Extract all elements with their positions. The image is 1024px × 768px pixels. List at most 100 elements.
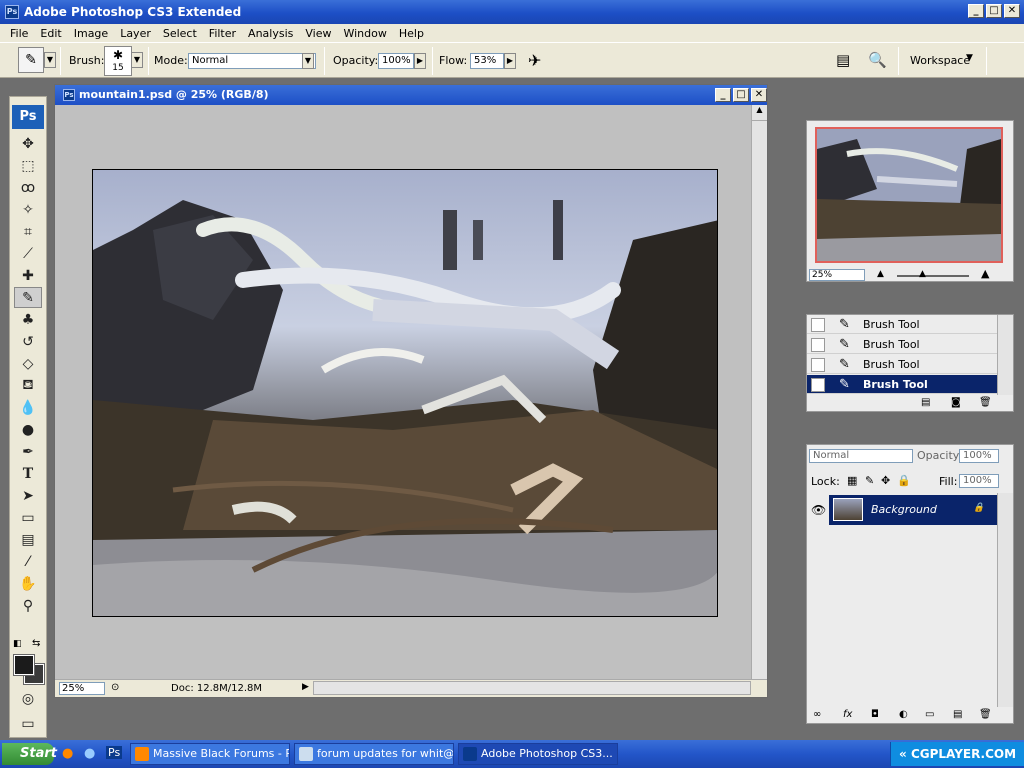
- history-snapshot-checkbox[interactable]: [811, 358, 825, 372]
- history-item-selected[interactable]: ✎ Brush Tool: [807, 375, 997, 394]
- photoshop-quicklaunch-icon[interactable]: Ps: [106, 746, 123, 759]
- quick-mask-icon[interactable]: ◎: [14, 688, 42, 709]
- healing-brush-tool-icon[interactable]: ✚: [14, 265, 42, 286]
- doc-minimize-button[interactable]: _: [715, 88, 731, 102]
- flow-slider-button[interactable]: ▶: [504, 53, 516, 69]
- menu-layer[interactable]: Layer: [114, 27, 157, 40]
- menu-help[interactable]: Help: [393, 27, 430, 40]
- bridge-icon[interactable]: 🔍: [868, 51, 887, 69]
- history-snapshot-checkbox[interactable]: [811, 378, 825, 392]
- screen-mode-icon[interactable]: ▭: [14, 713, 42, 734]
- workspace-dropdown-icon[interactable]: ▼: [966, 53, 973, 63]
- taskbar-item-photoshop[interactable]: Adobe Photoshop CS3...: [458, 743, 618, 765]
- zoom-slider[interactable]: [897, 275, 969, 277]
- type-tool-icon[interactable]: T: [14, 463, 42, 484]
- airbrush-icon[interactable]: ✈: [528, 51, 541, 70]
- opacity-slider-button[interactable]: ▶: [414, 53, 426, 69]
- magic-wand-tool-icon[interactable]: ✧: [14, 199, 42, 220]
- move-tool-icon[interactable]: ✥: [14, 133, 42, 154]
- history-item[interactable]: ✎ Brush Tool: [807, 335, 997, 354]
- scroll-up-arrow[interactable]: ▲: [752, 105, 767, 121]
- new-group-icon[interactable]: ▭: [925, 709, 934, 720]
- marquee-tool-icon[interactable]: ⬚: [14, 155, 42, 176]
- eyedropper-tool-icon[interactable]: ⁄: [14, 551, 42, 572]
- mode-dropdown-icon[interactable]: ▼: [302, 53, 314, 69]
- dodge-tool-icon[interactable]: ●: [14, 419, 42, 440]
- fill-input[interactable]: 100%: [959, 474, 999, 488]
- taskbar-item-firefox[interactable]: Massive Black Forums - P...: [130, 743, 290, 765]
- zoom-slider-thumb[interactable]: ▲: [919, 269, 926, 279]
- zoom-tool-icon[interactable]: ⚲: [14, 595, 42, 616]
- paint-bucket-tool-icon[interactable]: ⛾: [14, 375, 42, 396]
- brush-dropdown[interactable]: ▼: [131, 52, 143, 68]
- new-snapshot-icon[interactable]: ◙: [951, 397, 961, 408]
- status-options-icon[interactable]: ⊙: [111, 682, 119, 693]
- menu-image[interactable]: Image: [68, 27, 114, 40]
- status-menu-arrow[interactable]: ▶: [302, 682, 309, 692]
- doc-maximize-button[interactable]: □: [733, 88, 749, 102]
- menu-analysis[interactable]: Analysis: [242, 27, 299, 40]
- menu-file[interactable]: File: [4, 27, 34, 40]
- vertical-scrollbar[interactable]: ▲: [751, 105, 767, 681]
- menu-view[interactable]: View: [299, 27, 337, 40]
- menu-window[interactable]: Window: [337, 27, 392, 40]
- flow-input[interactable]: 53%: [470, 53, 504, 69]
- layers-scrollbar[interactable]: [997, 493, 1013, 707]
- tool-preset-dropdown[interactable]: ▼: [44, 52, 56, 68]
- tool-preset-brush-icon[interactable]: ✎: [18, 47, 44, 73]
- history-snapshot-checkbox[interactable]: [811, 338, 825, 352]
- layer-opacity-input[interactable]: 100%: [959, 449, 999, 463]
- taskbar-item-email[interactable]: forum updates for whit@...: [294, 743, 454, 765]
- history-scrollbar[interactable]: [997, 315, 1013, 395]
- lasso-tool-icon[interactable]: ꝏ: [14, 177, 42, 198]
- hand-tool-icon[interactable]: ✋: [14, 573, 42, 594]
- layer-visibility-eye-icon[interactable]: 👁: [811, 503, 826, 517]
- foreground-color-swatch[interactable]: [13, 654, 35, 676]
- layer-row-background[interactable]: Background 🔒: [829, 495, 999, 525]
- zoom-out-icon[interactable]: ▲: [877, 269, 884, 279]
- menu-edit[interactable]: Edit: [34, 27, 67, 40]
- default-colors-icon[interactable]: ◧: [13, 639, 22, 649]
- history-item[interactable]: ✎ Brush Tool: [807, 355, 997, 374]
- layer-style-fx-icon[interactable]: fx: [843, 709, 852, 720]
- new-layer-icon[interactable]: ▤: [953, 709, 962, 720]
- close-button[interactable]: ✕: [1004, 4, 1020, 18]
- navigator-thumbnail[interactable]: [815, 127, 1003, 263]
- history-item[interactable]: ✎ Brush Tool: [807, 315, 997, 334]
- zoom-level-field[interactable]: 25%: [59, 682, 105, 695]
- brush-picker[interactable]: ✱ 15: [104, 46, 132, 76]
- tray-expand-icon[interactable]: «: [899, 747, 907, 761]
- minimize-button[interactable]: _: [968, 4, 984, 18]
- zoom-in-icon[interactable]: ▲: [981, 267, 989, 280]
- new-document-from-state-icon[interactable]: ▤: [921, 397, 930, 408]
- swap-colors-icon[interactable]: ⇆: [32, 638, 40, 649]
- crop-tool-icon[interactable]: ⌗: [14, 221, 42, 242]
- painting-canvas[interactable]: [92, 169, 718, 617]
- delete-layer-icon[interactable]: 🗑: [979, 709, 992, 720]
- workspace-menu[interactable]: Workspace: [910, 54, 970, 67]
- firefox-quicklaunch-icon[interactable]: ●: [62, 746, 73, 761]
- horizontal-scrollbar[interactable]: [313, 681, 751, 695]
- navigator-zoom-field[interactable]: 25%: [809, 269, 865, 281]
- notes-tool-icon[interactable]: ▤: [14, 529, 42, 550]
- menu-select[interactable]: Select: [157, 27, 203, 40]
- brush-tool-icon[interactable]: ✎: [14, 287, 42, 308]
- link-layers-icon[interactable]: ∞: [813, 709, 821, 720]
- eyedropper-slice-tool-icon[interactable]: ⟋: [14, 243, 42, 264]
- adjustment-layer-icon[interactable]: ◐: [899, 709, 908, 720]
- menu-filter[interactable]: Filter: [203, 27, 242, 40]
- doc-close-button[interactable]: ✕: [751, 88, 767, 102]
- start-button[interactable]: Start: [2, 743, 57, 765]
- maximize-button[interactable]: □: [986, 4, 1002, 18]
- path-selection-tool-icon[interactable]: ➤: [14, 485, 42, 506]
- messenger-quicklaunch-icon[interactable]: ●: [84, 746, 95, 761]
- clone-stamp-tool-icon[interactable]: ♣: [14, 309, 42, 330]
- lock-transparency-icon[interactable]: ▦: [847, 474, 857, 487]
- lock-position-icon[interactable]: ✥: [881, 474, 890, 487]
- history-snapshot-checkbox[interactable]: [811, 318, 825, 332]
- pen-tool-icon[interactable]: ✒: [14, 441, 42, 462]
- palette-well-icon[interactable]: ▤: [836, 51, 850, 69]
- lock-image-icon[interactable]: ✎: [865, 474, 874, 487]
- blend-mode-select[interactable]: Normal: [809, 449, 913, 463]
- mode-select[interactable]: Normal: [188, 53, 316, 69]
